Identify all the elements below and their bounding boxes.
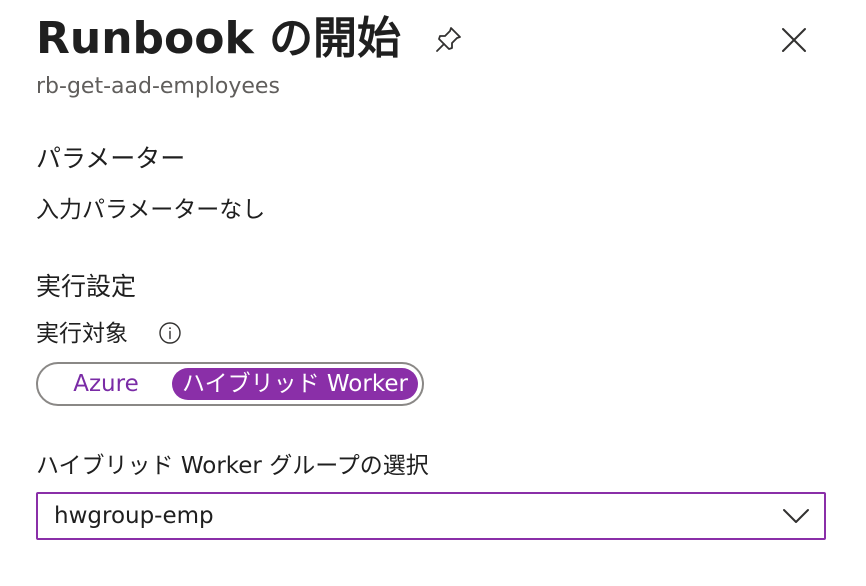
- toggle-option-azure[interactable]: Azure: [44, 368, 168, 400]
- worker-group-value: hwgroup-emp: [54, 503, 214, 529]
- close-icon[interactable]: [778, 24, 810, 56]
- worker-group-dropdown[interactable]: hwgroup-emp: [36, 492, 826, 540]
- page-title: Runbook の開始: [36, 13, 402, 64]
- chevron-down-icon: [782, 504, 810, 528]
- parameters-heading: パラメーター: [36, 144, 186, 173]
- run-settings-heading: 実行設定: [36, 272, 137, 301]
- info-icon[interactable]: [158, 321, 182, 345]
- run-on-label: 実行対象: [36, 321, 128, 347]
- run-on-toggle: Azure ハイブリッド Worker: [36, 362, 424, 406]
- pin-icon[interactable]: [432, 24, 464, 56]
- no-parameters-text: 入力パラメーターなし: [36, 197, 266, 223]
- runbook-name: rb-get-aad-employees: [36, 74, 280, 99]
- worker-group-label: ハイブリッド Worker グループの選択: [36, 453, 429, 479]
- panel-header: Runbook の開始 rb-get-aad-employees: [36, 10, 830, 110]
- toggle-option-hybrid-worker[interactable]: ハイブリッド Worker: [172, 368, 418, 400]
